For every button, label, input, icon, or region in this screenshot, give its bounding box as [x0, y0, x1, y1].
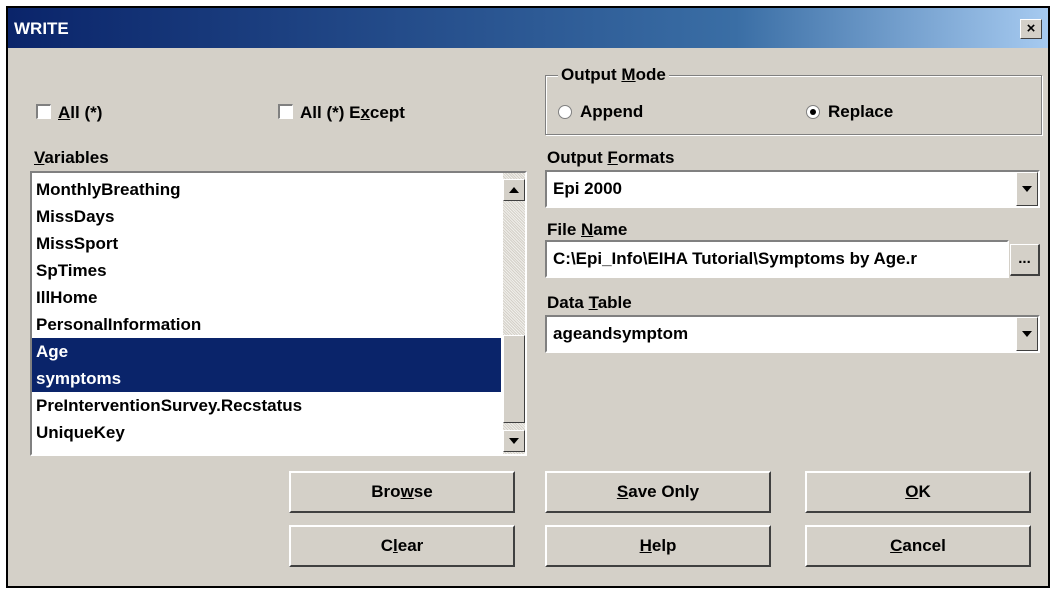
clear-button[interactable]: Cl ear — [289, 525, 515, 567]
help-button[interactable]: Help — [545, 525, 771, 567]
arrow-up-icon — [509, 187, 519, 193]
radio-selected-dot — [810, 109, 816, 115]
variables-list: MonthlyBreathing MissDays MissSport SpTimes… — [32, 176, 501, 446]
variable-list-item[interactable]: UniqueKey — [32, 419, 501, 446]
close-icon: × — [1026, 20, 1036, 37]
output-formats-label: Output Formats — [547, 148, 675, 167]
output-mode-legend: Output Mode — [558, 65, 669, 85]
all-except-checkbox-label[interactable]: All (*) Except — [300, 103, 405, 123]
cancel-button[interactable]: Cancel — [805, 525, 1031, 567]
file-browse-button[interactable]: ... — [1010, 244, 1040, 276]
ok-button[interactable]: OK — [805, 471, 1031, 513]
output-formats-combo[interactable]: Epi 2000 — [545, 170, 1040, 208]
variables-listbox[interactable]: MonthlyBreathing MissDays MissSport SpTimes… — [30, 171, 527, 456]
variable-list-item[interactable]: PersonalInformation — [32, 311, 501, 338]
data-table-dropdown-button[interactable] — [1016, 317, 1038, 351]
variables-label: Variables — [34, 148, 109, 167]
variables-scrollbar[interactable] — [503, 173, 525, 454]
data-table-combo[interactable]: ageandsymptom — [545, 315, 1040, 353]
variable-list-item[interactable]: symptoms — [32, 365, 501, 392]
file-name-label: File Name — [547, 220, 628, 239]
file-name-input[interactable]: C:\Epi_Info\EIHA Tutorial\Symptoms by Ag… — [545, 240, 1009, 278]
variable-list-item[interactable]: IllHome — [32, 284, 501, 311]
all-checkbox[interactable] — [36, 104, 51, 119]
save-only-button[interactable]: Save Only — [545, 471, 771, 513]
scroll-up-button[interactable] — [503, 179, 525, 201]
scroll-down-button[interactable] — [503, 430, 525, 452]
variable-list-item[interactable]: PreInterventionSurvey.Recstatus — [32, 392, 501, 419]
all-checkbox-label[interactable]: All (*) — [58, 103, 102, 123]
variable-list-item[interactable]: MissSport — [32, 230, 501, 257]
file-name-value[interactable]: C:\Epi_Info\EIHA Tutorial\Symptoms by Ag… — [553, 242, 917, 276]
variable-list-item[interactable]: Age — [32, 338, 501, 365]
variable-list-item[interactable]: SpTimes — [32, 257, 501, 284]
output-formats-dropdown-button[interactable] — [1016, 172, 1038, 206]
data-table-value[interactable]: ageandsymptom — [553, 317, 688, 351]
dialog-title: WRITE — [14, 19, 69, 38]
arrow-down-icon — [509, 438, 519, 444]
replace-radio-label[interactable]: Replace — [828, 102, 893, 122]
close-button[interactable]: × — [1020, 19, 1042, 39]
variable-list-item[interactable]: MissDays — [32, 203, 501, 230]
append-radio[interactable] — [558, 105, 572, 119]
chevron-down-icon — [1022, 331, 1032, 337]
title-bar[interactable]: WRITE × — [8, 8, 1048, 48]
output-formats-value[interactable]: Epi 2000 — [553, 172, 622, 206]
write-dialog: WRITE × All (*) All (*) Except Variables… — [6, 6, 1050, 588]
replace-radio[interactable] — [806, 105, 820, 119]
scroll-thumb[interactable] — [503, 335, 525, 423]
all-except-checkbox[interactable] — [278, 104, 293, 119]
data-table-label: Data Table — [547, 293, 632, 312]
variable-list-item[interactable]: MonthlyBreathing — [32, 176, 501, 203]
chevron-down-icon — [1022, 186, 1032, 192]
append-radio-label[interactable]: Append — [580, 102, 643, 122]
browse-button[interactable]: Bro w se — [289, 471, 515, 513]
